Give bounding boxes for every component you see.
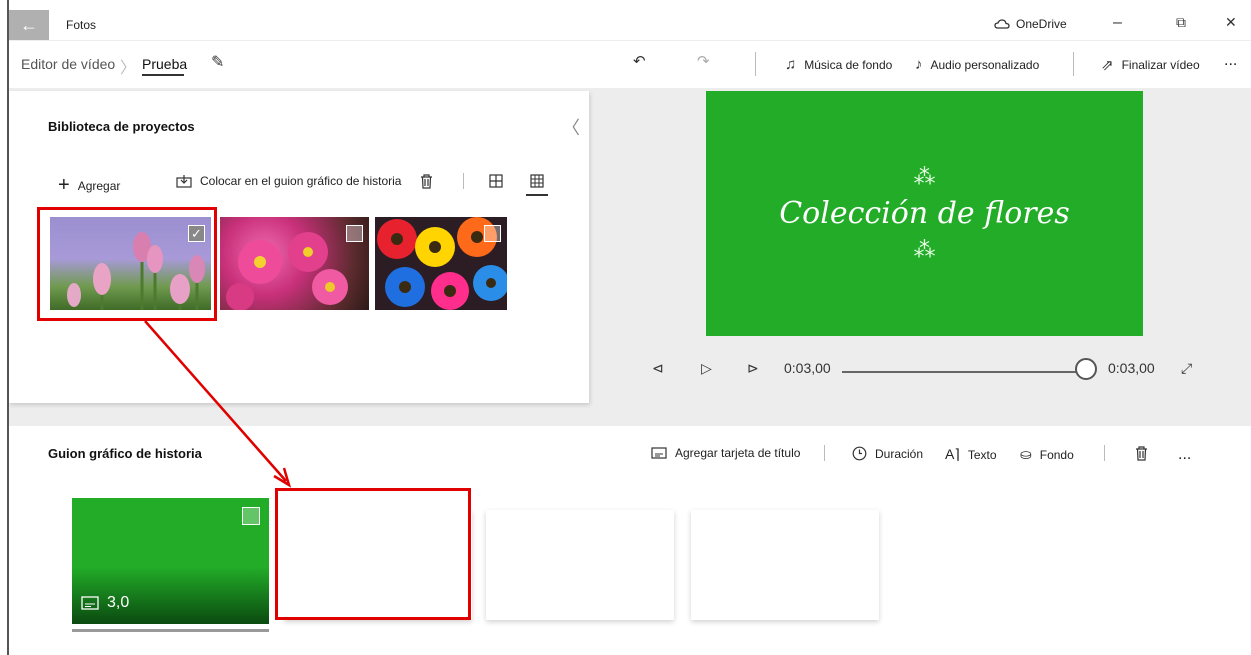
annotation-arrow — [144, 320, 292, 488]
